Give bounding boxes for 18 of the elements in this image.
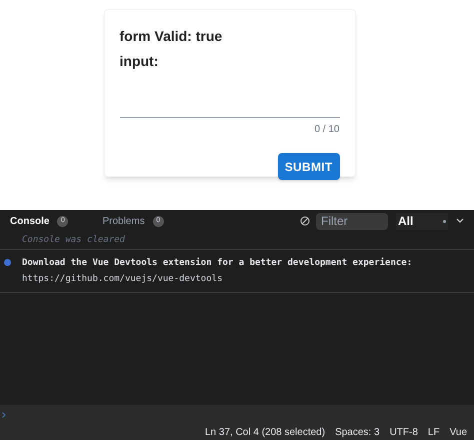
form-label: input:: [120, 52, 160, 71]
filter-field[interactable]: Filter: [316, 212, 388, 230]
console-link[interactable]: https://github.com/vuejs/vue-devtools: [22, 272, 474, 286]
level-dropdown[interactable]: All: [396, 212, 448, 230]
info-icon: [4, 259, 11, 266]
status-item[interactable]: UTF-8: [390, 425, 418, 440]
prompt-icon: [2, 412, 6, 418]
chevron-down-icon[interactable]: [456, 218, 464, 224]
console-message: Download the Vue Devtools extension for a better development experience:: [22, 257, 414, 270]
console-message: Console was cleared: [22, 234, 125, 247]
status-item[interactable]: Ln 37, Col 4 (208 selected): [205, 425, 326, 440]
form-label: form Valid: true: [120, 27, 224, 46]
status-item[interactable]: LF: [428, 425, 440, 440]
status-item[interactable]: Vue: [450, 425, 467, 440]
clear-console-icon[interactable]: [300, 216, 310, 226]
character-counter: 0 / 10: [314, 123, 340, 137]
submit-button[interactable]: SUBMIT: [278, 153, 340, 180]
status-item[interactable]: Spaces: 3: [335, 425, 380, 440]
